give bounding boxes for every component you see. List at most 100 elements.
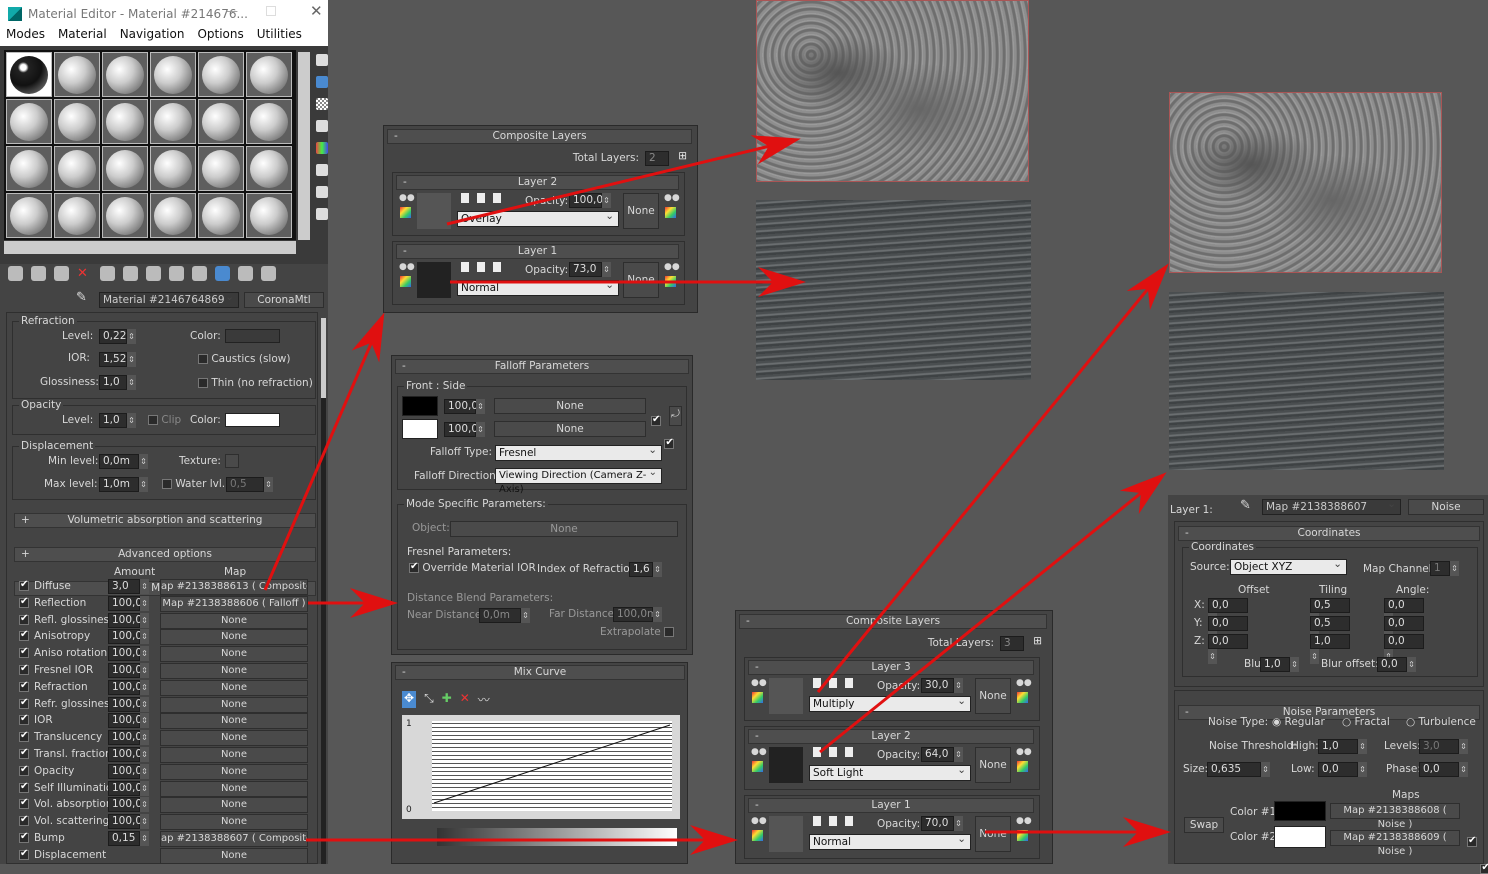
mask-map-button[interactable]: None — [975, 678, 1011, 714]
spinner[interactable]: ⇕ — [140, 797, 149, 813]
map-amount-input[interactable]: 100,0 — [108, 814, 142, 830]
front-color-swatch[interactable] — [402, 396, 438, 416]
total-layers-input[interactable]: 2 — [645, 151, 669, 166]
visibility-icon[interactable]: ●● — [751, 816, 767, 826]
mask-visibility-icon[interactable]: ●● — [1016, 678, 1032, 688]
map-enable-checkbox[interactable] — [19, 663, 29, 675]
layer-header[interactable]: - Layer 1 — [396, 244, 679, 259]
spinner[interactable]: ⇕ — [127, 375, 136, 390]
slots-vertical-scrollbar[interactable] — [298, 52, 310, 240]
map-enable-checkbox[interactable] — [19, 848, 29, 860]
copy-material-icon[interactable] — [100, 266, 115, 281]
blend-mode-dropdown[interactable]: Overlay — [457, 209, 619, 227]
video-color-check-icon[interactable] — [316, 142, 328, 154]
map-name-dropdown[interactable]: Map #2138388607 — [1262, 497, 1401, 515]
reset-map-icon[interactable]: ✕ — [77, 266, 92, 281]
blend-mode-dropdown[interactable]: Soft Light — [809, 763, 971, 781]
spinner[interactable]: ⇕ — [1459, 762, 1468, 777]
map-amount-input[interactable]: 100,0 — [108, 595, 142, 611]
menu-options[interactable]: Options — [197, 27, 243, 46]
sample-uv-icon[interactable] — [316, 120, 328, 132]
background-checker-icon[interactable] — [316, 98, 328, 110]
falloff-rollout-header[interactable]: - Falloff Parameters — [395, 359, 689, 374]
show-end-result-icon[interactable] — [215, 266, 230, 281]
duplicate-layer-icon[interactable] — [845, 678, 853, 688]
visibility-icon[interactable]: ●● — [751, 678, 767, 688]
map-button[interactable]: ap #2138388613 ( Composite ) — [160, 579, 308, 595]
mix-curve-header[interactable]: - Mix Curve — [395, 665, 685, 680]
high-input[interactable]: 1,0 — [1318, 739, 1358, 754]
spinner[interactable]: ⇕ — [954, 816, 963, 831]
max-level-input[interactable]: 1,0m — [99, 477, 139, 492]
spinner[interactable]: ⇕ — [140, 780, 149, 796]
map-amount-input[interactable]: 100,0 — [108, 746, 142, 762]
side-map-button[interactable]: None — [494, 421, 646, 437]
sample-slot[interactable] — [246, 193, 292, 238]
object-pick-button[interactable]: None — [450, 521, 678, 537]
size-input[interactable]: 0,635 — [1207, 762, 1261, 777]
sample-slot[interactable] — [102, 193, 148, 238]
sample-slot[interactable] — [102, 99, 148, 144]
map-button[interactable]: None — [160, 612, 308, 629]
tiling-x-input[interactable]: 0,5 — [1310, 598, 1350, 613]
angle-x-input[interactable]: 0,0 — [1384, 598, 1424, 613]
rename-layer-icon[interactable] — [461, 262, 469, 272]
color1-map-checkbox[interactable] — [1467, 835, 1477, 847]
map-button[interactable]: None — [160, 679, 308, 696]
eyedropper-icon[interactable]: ✎ — [1240, 498, 1251, 513]
sample-slot[interactable] — [198, 99, 244, 144]
composite-rollout-header[interactable]: - Composite Layers — [739, 614, 1047, 629]
angle-z-input[interactable]: 0,0 — [1384, 634, 1424, 649]
map-enable-checkbox[interactable] — [19, 814, 29, 827]
map-amount-input[interactable]: 100,0 — [108, 713, 142, 729]
blur-input[interactable]: 1,0 — [1260, 657, 1290, 672]
spinner[interactable]: ⇕ — [653, 562, 662, 577]
color1-map-button[interactable]: Map #2138388608 ( Noise ) — [1330, 803, 1460, 830]
map-amount-input[interactable]: 100,0 — [108, 679, 142, 695]
sample-slot[interactable] — [198, 52, 244, 97]
layer-header[interactable]: - Layer 2 — [748, 729, 1034, 744]
mask-color-correct-icon[interactable] — [665, 276, 676, 287]
water-level-checkbox[interactable] — [162, 479, 172, 489]
map-enable-checkbox[interactable] — [19, 831, 29, 843]
maximize-button[interactable] — [266, 6, 276, 16]
color-correct-icon[interactable] — [752, 830, 763, 841]
map-amount-input[interactable]: 100,0 — [108, 629, 142, 645]
duplicate-layer-icon[interactable] — [493, 193, 501, 203]
spinner[interactable]: ⇕ — [264, 477, 273, 492]
sample-slot[interactable] — [6, 193, 52, 238]
color-correct-icon[interactable] — [400, 276, 411, 287]
menu-utilities[interactable]: Utilities — [257, 27, 302, 46]
visibility-icon[interactable]: ●● — [399, 262, 415, 272]
color2-map-button[interactable]: Map #2138388609 ( Noise ) — [1330, 830, 1460, 857]
opacity-level-input[interactable]: 1,0 — [99, 413, 127, 428]
spinner[interactable]: ⇕ — [140, 646, 149, 662]
map-amount-input[interactable]: 3,0 — [108, 579, 140, 594]
spinner[interactable]: ⇕ — [476, 422, 485, 437]
front-map-button[interactable]: None — [494, 398, 646, 414]
map-button[interactable]: None — [160, 797, 308, 814]
map-button[interactable]: None — [160, 814, 308, 831]
spinner[interactable]: ⇕ — [140, 696, 149, 712]
rename-layer-icon[interactable] — [813, 816, 821, 826]
map-button[interactable]: None — [160, 746, 308, 763]
map-button[interactable]: None — [160, 629, 308, 646]
spinner[interactable]: ⇕ — [954, 747, 963, 762]
mask-map-button[interactable]: None — [975, 816, 1011, 852]
mask-color-correct-icon[interactable] — [1017, 692, 1028, 703]
layer-texture-thumbnail[interactable] — [417, 193, 451, 229]
color-correct-icon[interactable] — [752, 761, 763, 772]
layer-header[interactable]: - Layer 2 — [396, 175, 679, 190]
spinner[interactable]: ⇕ — [521, 608, 530, 623]
swap-button[interactable]: Swap — [1184, 817, 1224, 833]
sample-slot[interactable] — [246, 99, 292, 144]
eyedropper-icon[interactable]: ✎ — [76, 290, 87, 305]
map-amount-input[interactable]: 100,0 — [108, 646, 142, 662]
opacity-color-swatch[interactable] — [225, 413, 280, 427]
spinner[interactable]: ⇕ — [476, 399, 485, 414]
total-layers-input[interactable]: 3 — [1000, 636, 1024, 651]
caustics-checkbox[interactable] — [198, 354, 208, 364]
material-type-button[interactable]: CoronaMtl — [244, 292, 324, 308]
noise-type-regular-radio[interactable]: ◉ Regular — [1272, 716, 1325, 728]
noise-type-fractal-radio[interactable]: ○ Fractal — [1342, 716, 1390, 728]
